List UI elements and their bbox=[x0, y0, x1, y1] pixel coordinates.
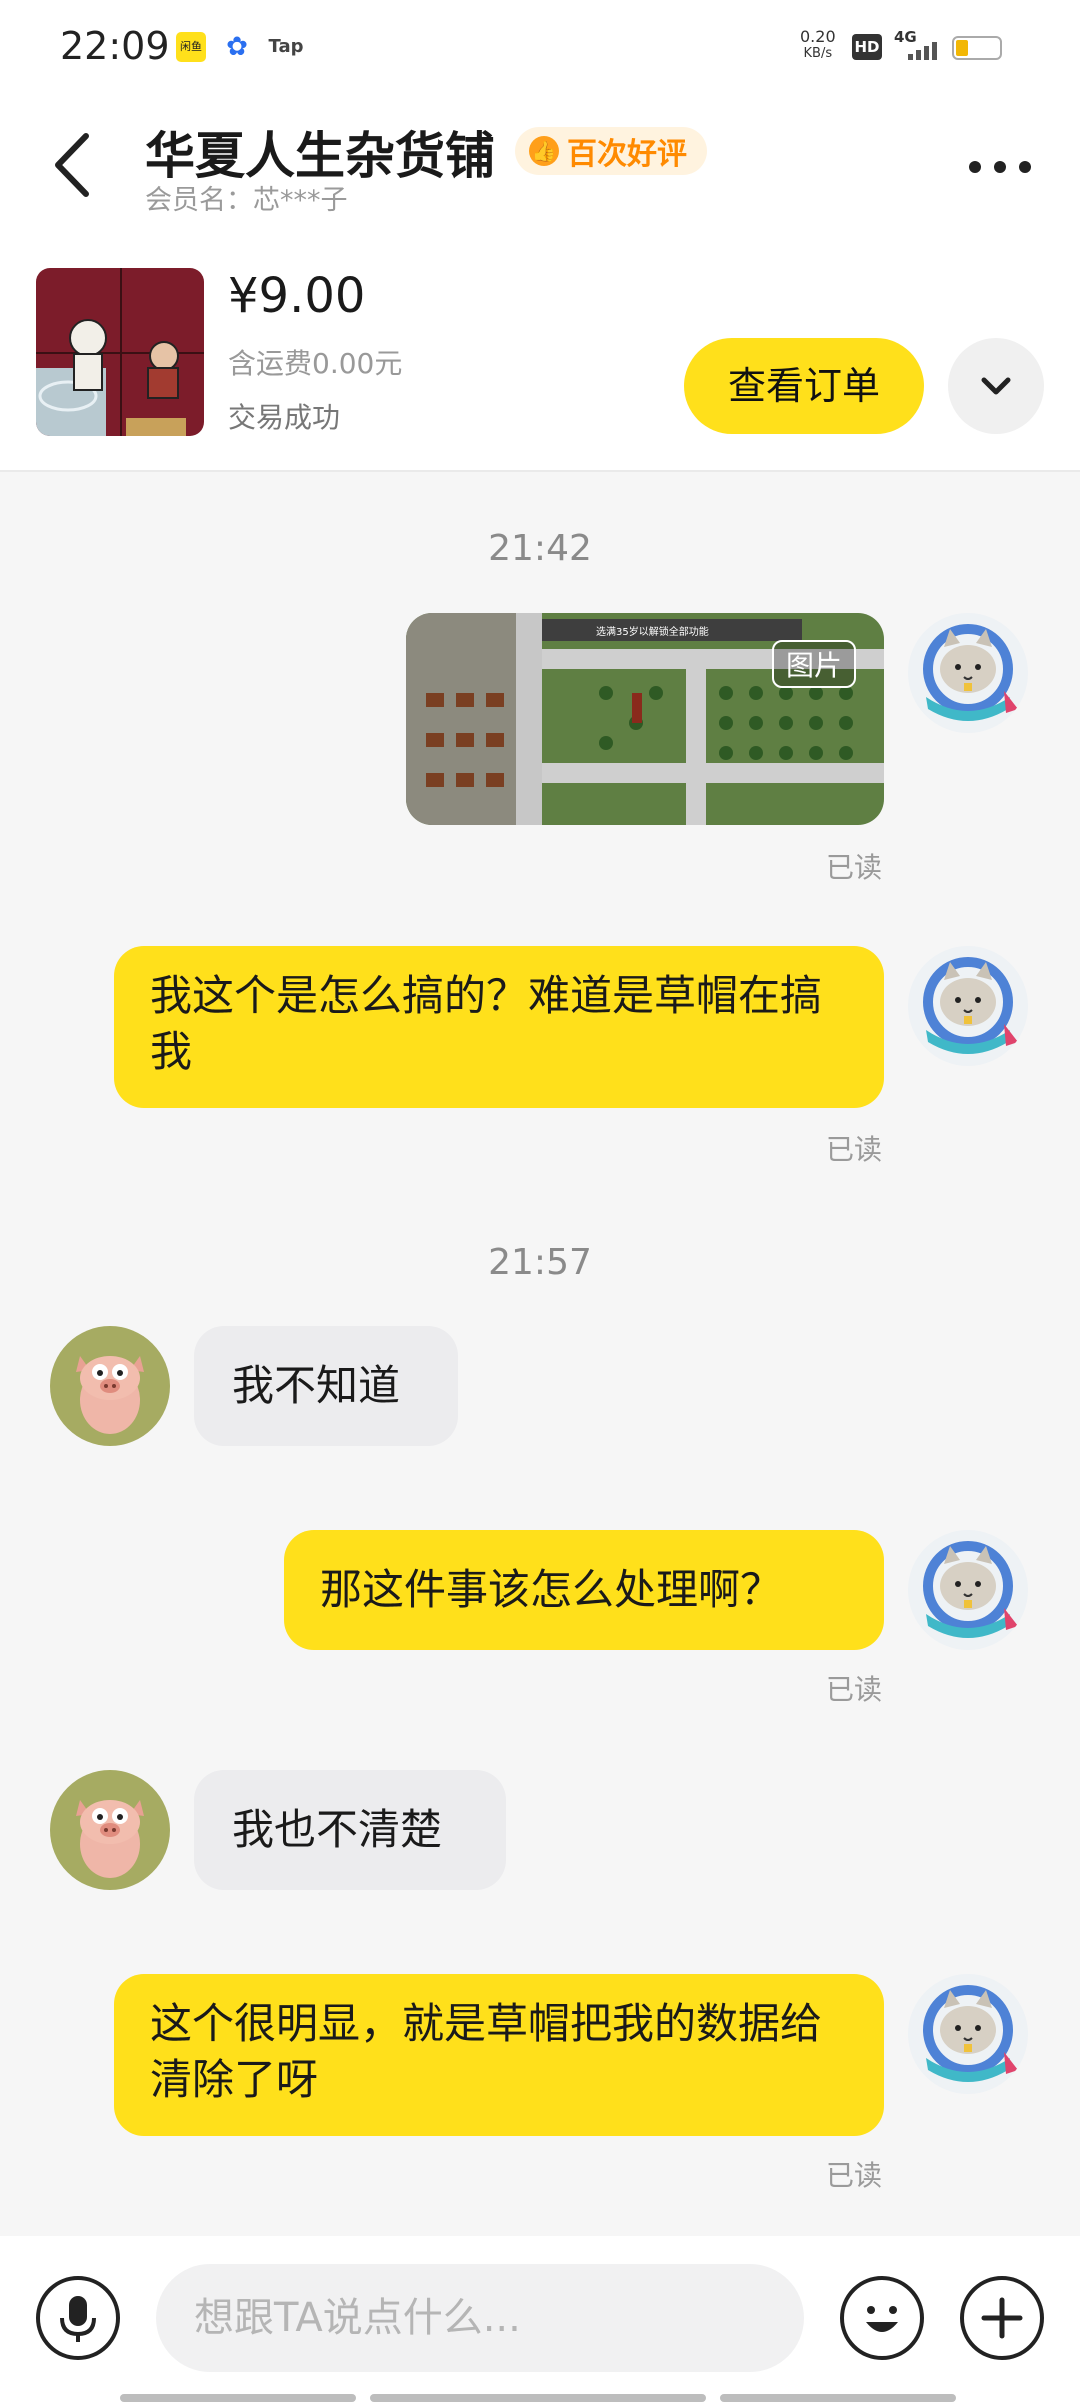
shipping-fee: 含运费0.00元 bbox=[228, 347, 403, 380]
battery-icon bbox=[952, 36, 1002, 60]
plus-button[interactable] bbox=[960, 2276, 1044, 2360]
emoji-icon bbox=[866, 2306, 898, 2332]
chevron-down-icon bbox=[981, 377, 1011, 395]
status-time: 22:09 bbox=[60, 24, 170, 68]
my-avatar[interactable] bbox=[908, 613, 1028, 733]
tap-app-icon: Tap bbox=[268, 36, 304, 57]
my-message[interactable]: 这个很明显，就是草帽把我的数据给清除了呀 bbox=[114, 1974, 884, 2136]
rating-badge[interactable]: 👍 百次好评 bbox=[515, 127, 707, 175]
nav-indicator bbox=[720, 2394, 956, 2402]
image-caption: 选满35岁以解锁全部功能 bbox=[596, 627, 709, 638]
view-order-button[interactable]: 查看订单 bbox=[684, 338, 924, 434]
my-message[interactable]: 我这个是怎么搞的？难道是草帽在搞我 bbox=[114, 946, 884, 1108]
read-status: 已读 bbox=[826, 1133, 883, 1166]
seller-message[interactable]: 我不知道 bbox=[194, 1326, 458, 1446]
member-name: 会员名：芯***子 bbox=[145, 185, 348, 216]
voice-button[interactable] bbox=[36, 2276, 120, 2360]
read-status: 已读 bbox=[826, 2159, 883, 2192]
emoji-button[interactable] bbox=[840, 2276, 924, 2360]
back-icon[interactable] bbox=[48, 130, 98, 200]
mic-icon bbox=[60, 2296, 96, 2342]
nav-indicator bbox=[370, 2394, 706, 2402]
nav-indicator bbox=[120, 2394, 356, 2402]
message-input[interactable] bbox=[156, 2264, 804, 2372]
more-icon[interactable] bbox=[968, 160, 1032, 174]
read-status: 已读 bbox=[826, 1673, 883, 1706]
hd-badge: HD bbox=[852, 34, 882, 60]
my-avatar[interactable] bbox=[908, 1974, 1028, 2094]
thumbs-up-icon: 👍 bbox=[529, 136, 559, 166]
signal-bars-icon bbox=[908, 42, 937, 60]
network-speed: 0.20 KB/s bbox=[800, 27, 836, 61]
my-avatar[interactable] bbox=[908, 1530, 1028, 1650]
deal-status: 交易成功 bbox=[228, 401, 341, 434]
read-status: 已读 bbox=[826, 851, 883, 884]
xianyu-app-icon: 闲鱼 bbox=[176, 32, 206, 62]
seller-message[interactable]: 我也不清楚 bbox=[194, 1770, 506, 1890]
timestamp: 21:57 bbox=[488, 1242, 592, 1283]
seller-avatar[interactable] bbox=[50, 1326, 170, 1446]
seller-avatar[interactable] bbox=[50, 1770, 170, 1890]
plus-icon bbox=[981, 2297, 1023, 2339]
my-message[interactable]: 那这件事该怎么处理啊？ bbox=[284, 1530, 884, 1650]
rating-text: 百次好评 bbox=[567, 137, 687, 172]
expand-button[interactable] bbox=[948, 338, 1044, 434]
signal-4g: 4G bbox=[894, 28, 944, 64]
product-thumbnail[interactable] bbox=[36, 268, 204, 436]
product-price: ¥9.00 bbox=[228, 268, 366, 324]
my-avatar[interactable] bbox=[908, 946, 1028, 1066]
baidu-app-icon: ✿ bbox=[226, 32, 248, 62]
image-label: 图片 bbox=[772, 640, 857, 688]
timestamp: 21:42 bbox=[488, 528, 592, 569]
